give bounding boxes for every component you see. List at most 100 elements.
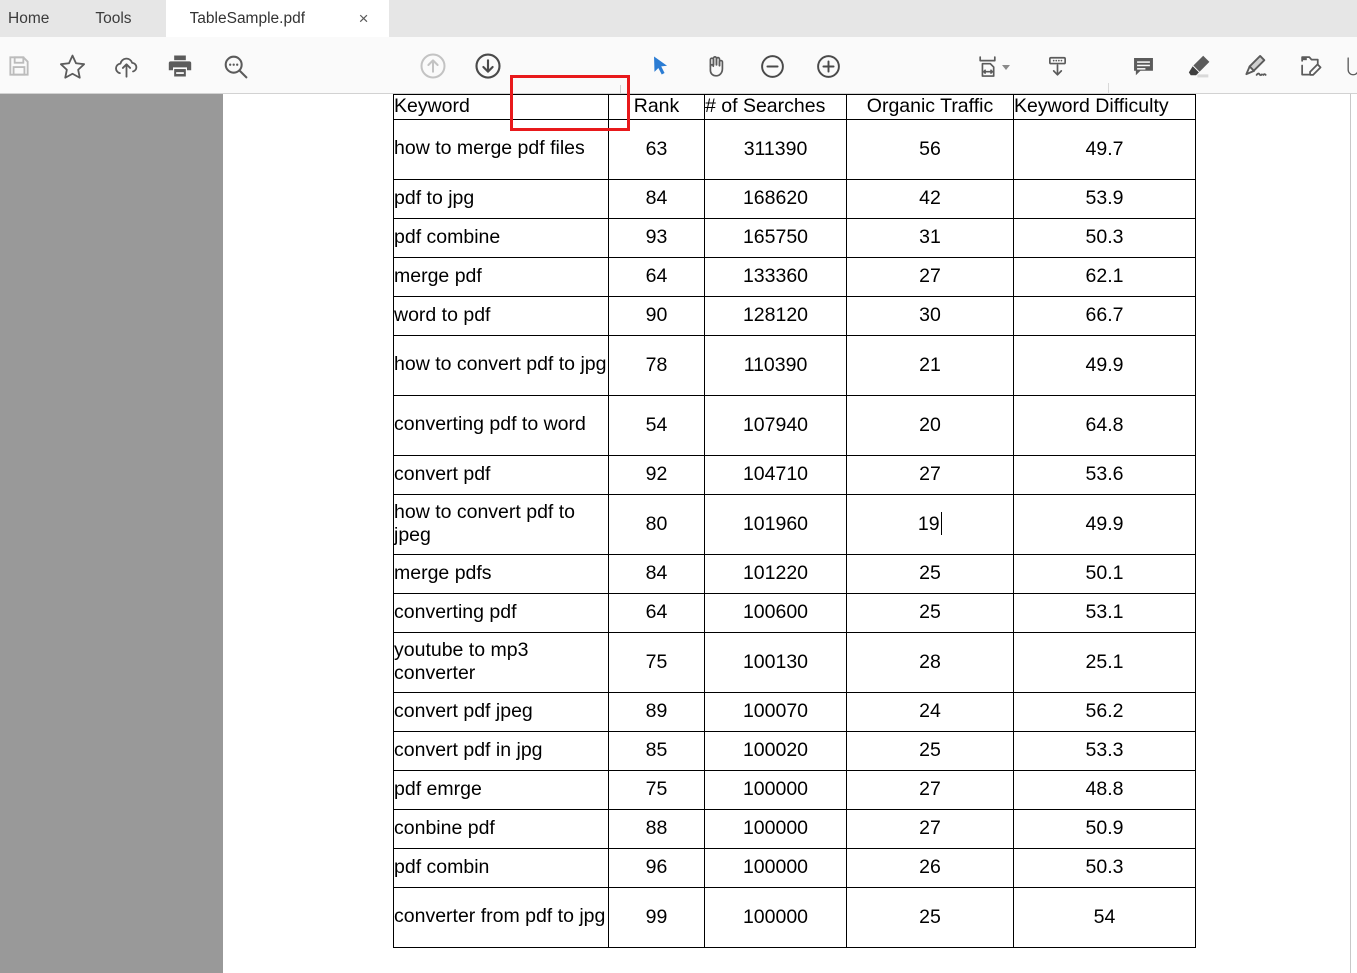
cell-searches[interactable]: 100000 [704,769,847,810]
cell-searches[interactable]: 100000 [704,808,847,849]
cell-searches[interactable]: 101960 [704,493,847,555]
cell-traffic[interactable]: 25 [846,553,1014,594]
cell-rank[interactable]: 80 [608,493,705,555]
cell-traffic[interactable]: 27 [846,454,1014,495]
cell-rank[interactable]: 75 [608,769,705,810]
cell-traffic[interactable]: 20 [846,394,1014,456]
table-row[interactable]: merge pdf 64 133360 27 62.1 [393,256,1196,297]
cell-rank[interactable]: 64 [608,592,705,633]
cell-keyword[interactable]: convert pdf in jpg [393,730,609,771]
table-row[interactable]: pdf combine 93 165750 31 50.3 [393,217,1196,258]
cell-searches[interactable]: 107940 [704,394,847,456]
tab-document[interactable]: TableSample.pdf × [165,0,389,37]
cell-difficulty[interactable]: 53.9 [1013,178,1196,219]
table-row[interactable]: pdf combin 96 100000 26 50.3 [393,847,1196,888]
cell-rank[interactable]: 75 [608,631,705,693]
table-row[interactable]: convert pdf in jpg 85 100020 25 53.3 [393,730,1196,771]
pdf-page[interactable]: Keyword Rank # of Searches Organic Traff… [223,94,1350,973]
page-up-icon[interactable] [414,47,452,85]
cell-traffic[interactable]: 25 [846,886,1014,948]
cell-difficulty[interactable]: 50.3 [1013,217,1196,258]
cell-searches[interactable]: 133360 [704,256,847,297]
cell-difficulty[interactable]: 49.7 [1013,118,1196,180]
cell-difficulty[interactable]: 53.6 [1013,454,1196,495]
table-row[interactable]: converting pdf 64 100600 25 53.1 [393,592,1196,633]
highlighter-icon[interactable] [1180,47,1218,85]
cell-searches[interactable]: 311390 [704,118,847,180]
table-row[interactable]: converter from pdf to jpg 99 100000 25 54 [393,886,1196,948]
cell-rank[interactable]: 84 [608,553,705,594]
cell-traffic[interactable]: 26 [846,847,1014,888]
cell-traffic[interactable]: 27 [846,769,1014,810]
cell-keyword[interactable]: converting pdf [393,592,609,633]
cell-searches[interactable]: 100070 [704,691,847,732]
cell-traffic[interactable]: 27 [846,808,1014,849]
cell-difficulty[interactable]: 50.3 [1013,847,1196,888]
cell-rank[interactable]: 85 [608,730,705,771]
cell-keyword[interactable]: youtube to mp3 converter [393,631,609,693]
cell-difficulty[interactable]: 48.8 [1013,769,1196,810]
hand-tool-icon[interactable] [697,47,735,85]
table-row[interactable]: how to convert pdf to jpg 78 110390 21 49.9 [393,334,1196,396]
cell-rank[interactable]: 64 [608,256,705,297]
table-row[interactable]: convert pdf jpeg 89 100070 24 56.2 [393,691,1196,732]
cloud-upload-icon[interactable] [107,47,145,85]
cell-keyword[interactable]: conbine pdf [393,808,609,849]
fit-page-chevron-down-icon[interactable] [1002,65,1010,70]
cell-keyword[interactable]: how to convert pdf to jpeg [393,493,609,555]
cell-rank[interactable]: 84 [608,178,705,219]
cell-keyword[interactable]: pdf to jpg [393,178,609,219]
cell-keyword[interactable]: merge pdfs [393,553,609,594]
cell-searches[interactable]: 100600 [704,592,847,633]
search-icon[interactable] [216,47,254,85]
table-row[interactable]: how to convert pdf to jpeg 80 101960 19 49.9 [393,493,1196,555]
close-icon[interactable]: × [353,8,375,29]
cell-traffic[interactable]: 27 [846,256,1014,297]
cell-difficulty[interactable]: 53.3 [1013,730,1196,771]
cell-keyword[interactable]: pdf combin [393,847,609,888]
cell-traffic[interactable]: 25 [846,730,1014,771]
star-icon[interactable] [53,47,91,85]
cell-traffic[interactable]: 25 [846,592,1014,633]
table-row[interactable]: youtube to mp3 converter 75 100130 28 25.1 [393,631,1196,693]
cell-difficulty[interactable]: 54 [1013,886,1196,948]
scroll-mode-icon[interactable] [1038,47,1076,85]
cell-searches[interactable]: 168620 [704,178,847,219]
select-tool-icon[interactable] [641,47,679,85]
cell-traffic[interactable]: 30 [846,295,1014,336]
cell-difficulty[interactable]: 49.9 [1013,334,1196,396]
cell-searches[interactable]: 165750 [704,217,847,258]
cell-rank[interactable]: 78 [608,334,705,396]
table-row[interactable]: converting pdf to word 54 107940 20 64.8 [393,394,1196,456]
cell-difficulty[interactable]: 53.1 [1013,592,1196,633]
cell-searches[interactable]: 100000 [704,847,847,888]
fit-page-icon[interactable] [968,47,1006,85]
cell-difficulty[interactable]: 66.7 [1013,295,1196,336]
table-row[interactable]: pdf to jpg 84 168620 42 53.9 [393,178,1196,219]
save-icon[interactable] [0,47,38,85]
cell-keyword[interactable]: word to pdf [393,295,609,336]
cell-searches[interactable]: 100020 [704,730,847,771]
cell-rank[interactable]: 88 [608,808,705,849]
edit-pdf-icon[interactable] [1292,47,1330,85]
cell-traffic-editing[interactable]: 19 [846,493,1014,555]
cell-difficulty[interactable]: 62.1 [1013,256,1196,297]
cell-rank[interactable]: 90 [608,295,705,336]
cell-keyword[interactable]: converter from pdf to jpg [393,886,609,948]
table-row[interactable]: word to pdf 90 128120 30 66.7 [393,295,1196,336]
table-row[interactable]: pdf emrge 75 100000 27 48.8 [393,769,1196,810]
cell-difficulty[interactable]: 50.9 [1013,808,1196,849]
cell-keyword[interactable]: converting pdf to word [393,394,609,456]
cell-keyword[interactable]: how to convert pdf to jpg [393,334,609,396]
cell-difficulty[interactable]: 25.1 [1013,631,1196,693]
cell-searches[interactable]: 110390 [704,334,847,396]
cell-keyword[interactable]: convert pdf jpeg [393,691,609,732]
cell-keyword[interactable]: merge pdf [393,256,609,297]
cell-searches[interactable]: 101220 [704,553,847,594]
cell-searches[interactable]: 128120 [704,295,847,336]
cell-traffic[interactable]: 21 [846,334,1014,396]
cell-searches[interactable]: 104710 [704,454,847,495]
cell-rank[interactable]: 93 [608,217,705,258]
cell-rank[interactable]: 96 [608,847,705,888]
cell-keyword[interactable]: pdf emrge [393,769,609,810]
